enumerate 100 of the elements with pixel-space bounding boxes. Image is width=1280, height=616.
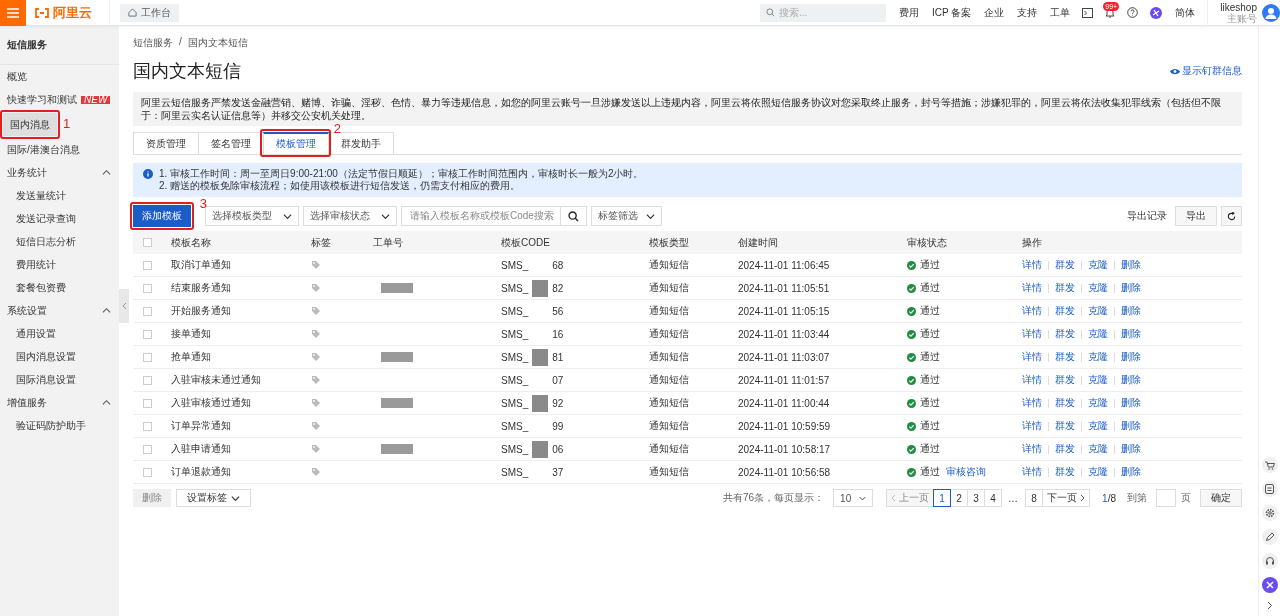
action-link[interactable]: 详情 [1022,419,1042,433]
row-checkbox[interactable] [143,329,152,339]
search-button[interactable] [561,206,587,226]
sidebar-item[interactable]: 发送记录查询 [0,207,119,230]
page-button[interactable]: 3 [967,489,986,507]
tag-icon[interactable] [311,375,321,385]
tag-icon[interactable] [311,352,321,362]
language-link[interactable]: 简体 [1175,5,1196,20]
select-all-checkbox[interactable] [143,238,152,247]
row-checkbox[interactable] [143,306,152,316]
action-link[interactable]: 详情 [1022,465,1042,479]
help-icon[interactable] [1127,7,1139,18]
tag-icon[interactable] [311,260,321,270]
action-link[interactable]: 详情 [1022,373,1042,387]
nav-link[interactable]: 企业 [984,5,1005,20]
filter-dropdown[interactable]: 选择模板类型 [205,206,299,226]
sidebar-item[interactable]: 通用设置 [0,322,119,345]
action-link[interactable]: 克隆 [1088,327,1108,341]
tab[interactable]: 群发助手 [328,132,394,154]
action-link[interactable]: 群发 [1055,350,1075,364]
action-link[interactable]: 删除 [1121,396,1141,410]
confirm-button[interactable]: 确定 [1200,489,1242,507]
page-button[interactable]: 8 [1025,489,1044,507]
action-link[interactable]: 群发 [1055,419,1075,433]
action-link[interactable]: 详情 [1022,396,1042,410]
row-checkbox[interactable] [143,375,152,385]
tag-icon[interactable] [311,329,321,339]
action-link[interactable]: 群发 [1055,373,1075,387]
add-template-button[interactable]: 添加模板 [133,205,191,227]
action-link[interactable]: 克隆 [1088,396,1108,410]
nav-link[interactable]: 支持 [1017,5,1038,20]
row-checkbox[interactable] [143,260,152,270]
page-button[interactable]: 4 [984,489,1003,507]
action-link[interactable]: 克隆 [1088,258,1108,272]
row-checkbox[interactable] [143,444,152,454]
action-link[interactable]: 详情 [1022,327,1042,341]
nav-link[interactable]: ICP 备案 [932,5,972,20]
action-link[interactable]: 克隆 [1088,419,1108,433]
action-link[interactable]: 删除 [1121,373,1141,387]
app-icon[interactable] [1150,6,1163,19]
sidebar-group[interactable]: 业务统计 [0,161,119,184]
sidebar-item[interactable]: 发送量统计 [0,184,119,207]
action-link[interactable]: 群发 [1055,327,1075,341]
tag-icon[interactable] [311,306,321,316]
review-inquiry-link[interactable]: 审核咨询 [946,465,986,479]
action-link[interactable]: 群发 [1055,442,1075,456]
action-link[interactable]: 删除 [1121,442,1141,456]
action-link[interactable]: 删除 [1121,281,1141,295]
nav-link[interactable]: 费用 [899,5,919,20]
action-link[interactable]: 详情 [1022,350,1042,364]
page-button[interactable]: 1 [933,489,952,507]
tag-icon[interactable] [311,421,321,431]
action-link[interactable]: 删除 [1121,304,1141,318]
sidebar-item[interactable]: 国内消息 [3,113,57,136]
page-input[interactable] [1156,489,1176,507]
action-link[interactable]: 删除 [1121,327,1141,341]
show-info-link[interactable]: 显示钉群信息 [1170,64,1242,78]
action-link[interactable]: 详情 [1022,442,1042,456]
action-link[interactable]: 克隆 [1088,304,1108,318]
page-size-dropdown[interactable]: 10 [833,489,874,507]
action-link[interactable]: 克隆 [1088,442,1108,456]
tag-icon[interactable] [311,444,321,454]
action-link[interactable]: 克隆 [1088,373,1108,387]
sidebar-item[interactable]: 国际消息设置 [0,368,119,391]
menu-button[interactable] [0,0,26,26]
sidebar-item[interactable]: 费用统计 [0,253,119,276]
collapse-handle[interactable] [119,289,129,323]
document-icon[interactable] [1261,481,1278,497]
breadcrumb-item[interactable]: 短信服务 [133,36,173,50]
action-link[interactable]: 克隆 [1088,465,1108,479]
sidebar-item[interactable]: 概览 [0,65,119,88]
action-link[interactable]: 删除 [1121,465,1141,479]
settings-icon[interactable] [1261,505,1278,521]
action-link[interactable]: 克隆 [1088,281,1108,295]
action-link[interactable]: 详情 [1022,258,1042,272]
row-checkbox[interactable] [143,352,152,362]
row-checkbox[interactable] [143,421,152,431]
cart-icon[interactable] [1261,457,1278,473]
sidebar-item[interactable]: 国内消息设置 [0,345,119,368]
filter-dropdown[interactable]: 选择审核状态 [303,206,397,226]
row-checkbox[interactable] [143,283,152,293]
action-link[interactable]: 群发 [1055,465,1075,479]
sidebar-item[interactable]: 验证码防护助手 [0,414,119,437]
edit-icon[interactable] [1261,529,1278,545]
refresh-button[interactable] [1221,206,1242,226]
sidebar-item[interactable]: 快速学习和测试 NEW [0,88,119,111]
workbench-button[interactable]: 工作台 [120,3,179,22]
action-link[interactable]: 详情 [1022,304,1042,318]
action-link[interactable]: 克隆 [1088,350,1108,364]
template-search-field[interactable]: 请输入模板名称或模板Code搜索 [401,206,561,226]
tag-icon[interactable] [311,283,321,293]
export-log-link[interactable]: 导出记录 [1127,209,1167,223]
sidebar-item[interactable]: 短信日志分析 [0,230,119,253]
action-link[interactable]: 删除 [1121,419,1141,433]
headset-icon[interactable] [1261,553,1278,569]
tag-icon[interactable] [311,467,321,477]
tab[interactable]: 资质管理 [133,132,199,154]
export-button[interactable]: 导出 [1175,206,1217,226]
set-tag-button[interactable]: 设置标签 [176,489,251,507]
tag-icon[interactable] [311,398,321,408]
